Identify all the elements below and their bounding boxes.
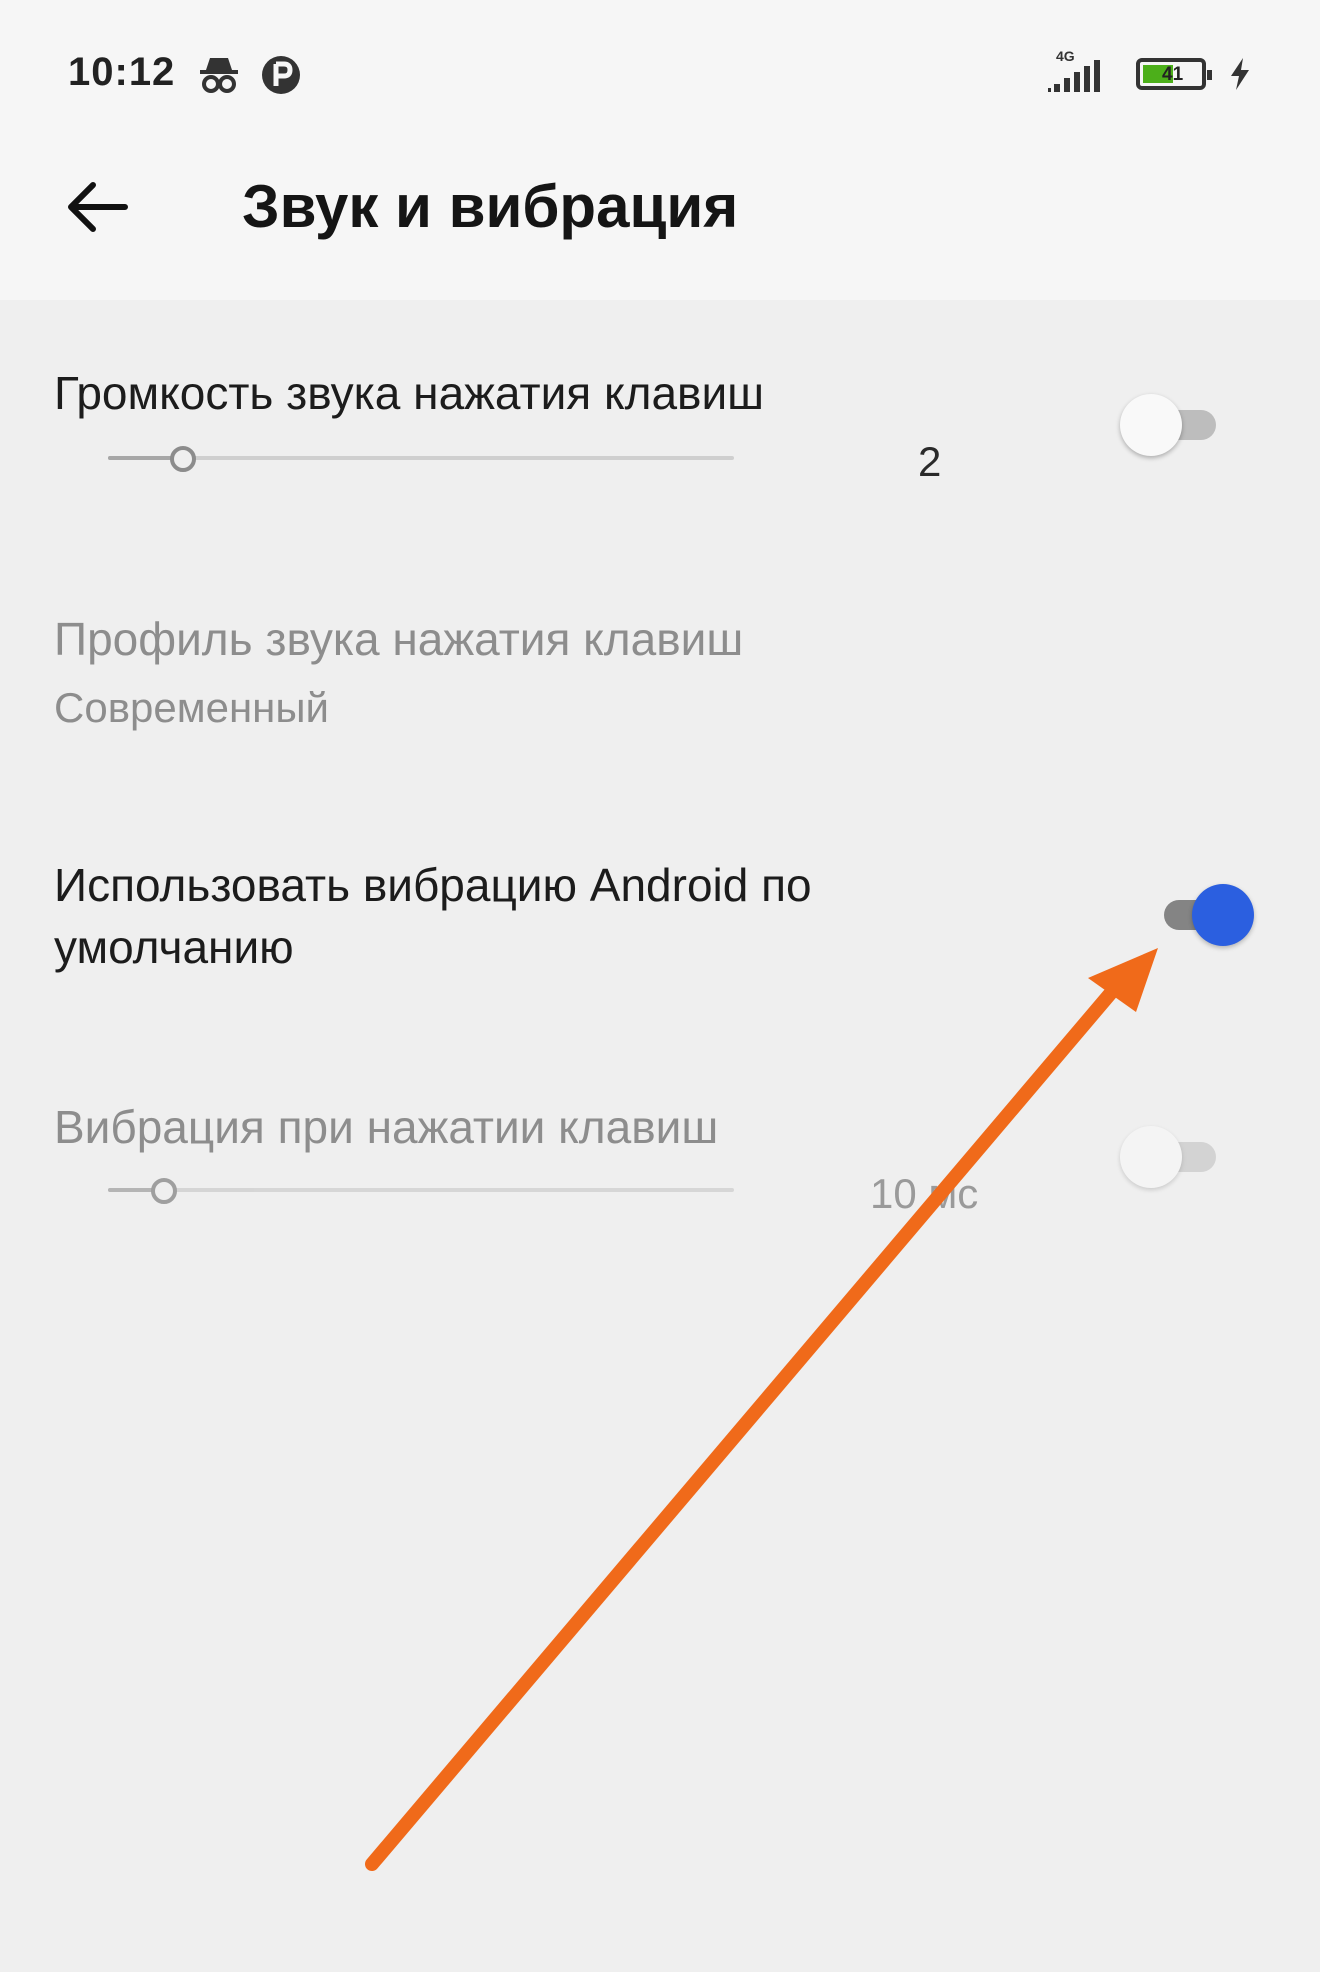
battery-level: 41 [1162,64,1184,85]
key-vibration-value: 10 мс [870,1170,979,1217]
android-vibration-switch[interactable] [1144,880,1254,950]
key-sound-volume-switch[interactable] [1116,390,1226,460]
arrow-back-icon [68,182,128,232]
slider-track [108,1188,734,1192]
android-vibration-title-line2: умолчанию [54,921,294,973]
status-time: 10:12 [68,50,176,94]
incognito-icon [200,58,238,93]
slider-thumb[interactable] [170,446,197,472]
key-vibration-switch[interactable] [1116,1122,1226,1192]
key-sound-volume-slider[interactable] [108,438,734,478]
key-sound-volume-value: 2 [918,438,942,485]
key-sound-volume-title: Громкость звука нажатия клавиш [54,367,765,419]
app-notification-icon [262,56,300,94]
key-sound-profile-summary: Современный [54,684,329,731]
key-vibration-title: Вибрация при нажатии клавиш [54,1101,719,1153]
battery-icon: 41 [1136,58,1212,90]
switch-knob [1120,394,1182,456]
page-title: Звук и вибрация [242,173,739,240]
slider-thumb[interactable] [151,1178,178,1204]
charging-icon [1231,58,1249,90]
key-sound-profile-title: Профиль звука нажатия клавиш [54,613,744,665]
slider-track [108,456,734,460]
switch-knob [1120,1126,1182,1188]
signal-4g-icon [1048,60,1100,92]
switch-knob [1192,884,1254,946]
key-vibration-slider[interactable] [108,1170,734,1210]
back-button[interactable] [52,172,142,242]
android-vibration-title-line1: Использовать вибрацию Android по [54,859,812,911]
